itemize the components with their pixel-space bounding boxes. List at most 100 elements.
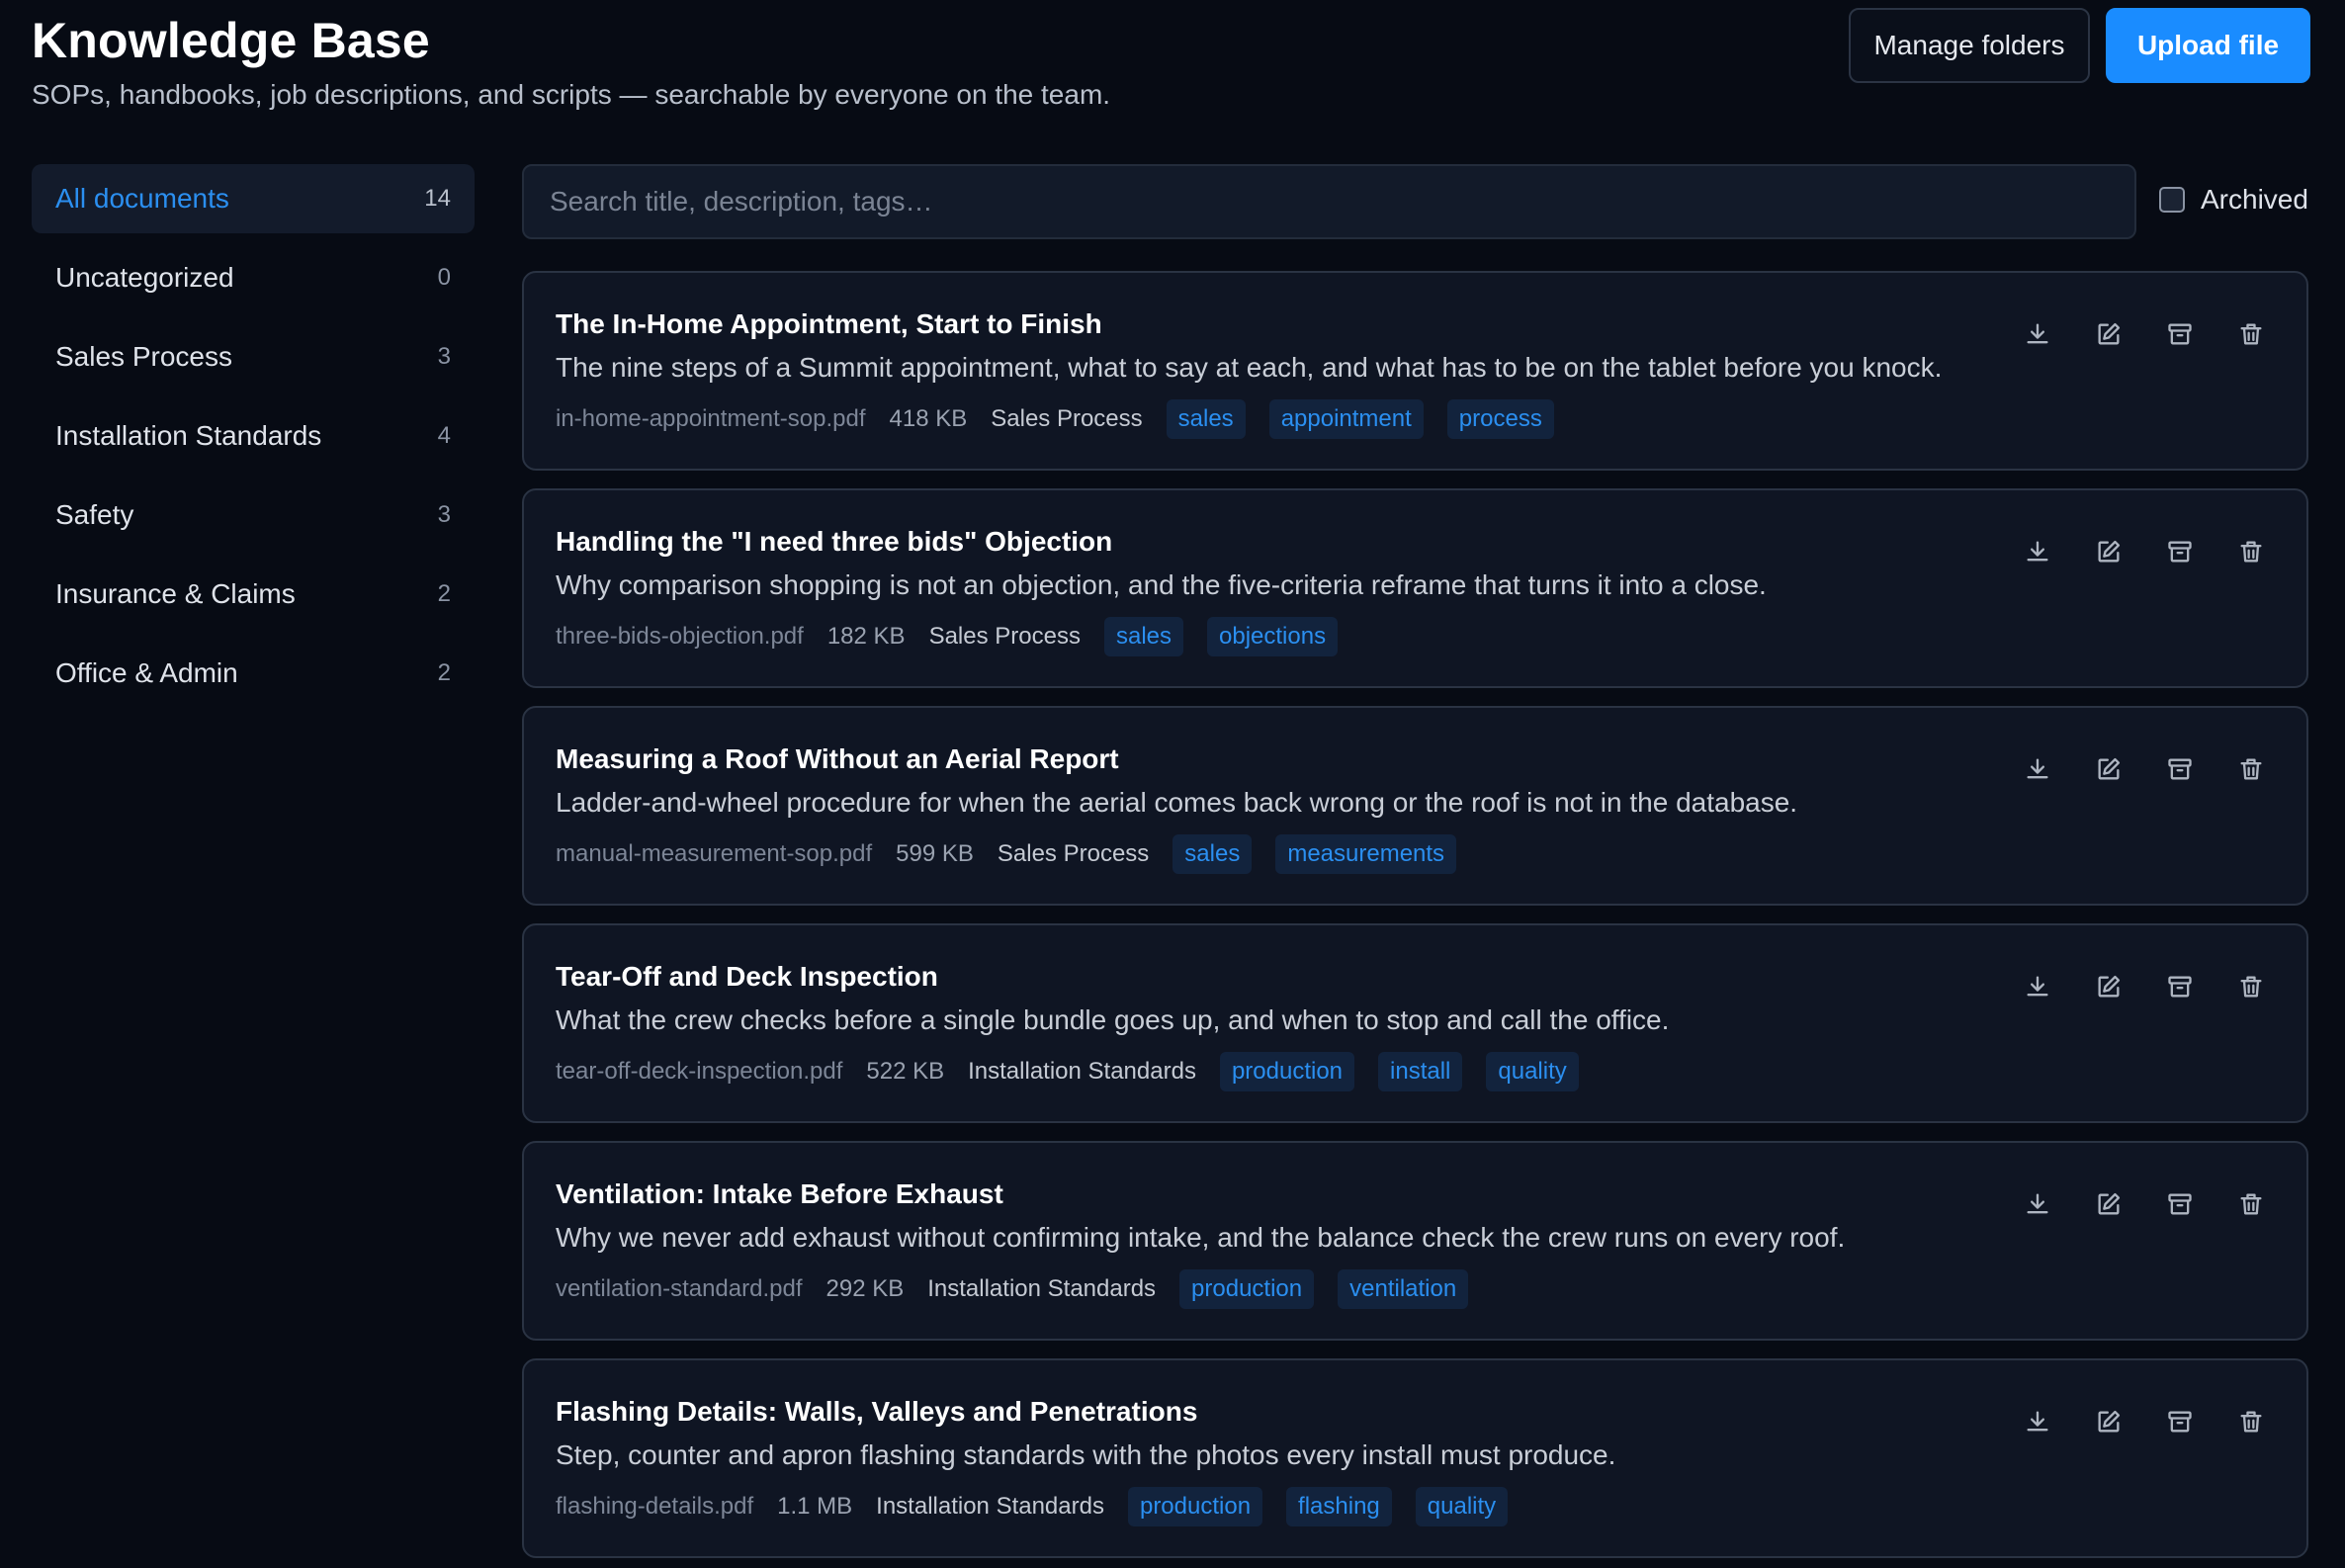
download-icon[interactable] (2022, 753, 2053, 785)
document-folder: Sales Process (991, 405, 1143, 432)
tag-chip[interactable]: sales (1103, 617, 1183, 656)
archived-filter[interactable]: Archived (2159, 184, 2308, 216)
archive-icon[interactable] (2164, 318, 2196, 350)
document-tags: production ventilation (1179, 1269, 1492, 1309)
tag-chip[interactable]: quality (1415, 1487, 1509, 1526)
document-card[interactable]: Handling the "I need three bids" Objecti… (522, 488, 2308, 688)
document-description: Why we never add exhaust without confirm… (556, 1222, 1846, 1253)
manage-folders-button[interactable]: Manage folders (1849, 8, 2090, 83)
document-card[interactable]: Ventilation: Intake Before Exhaust Why w… (522, 1141, 2308, 1341)
download-icon[interactable] (2022, 536, 2053, 567)
tag-chip[interactable]: sales (1172, 834, 1253, 874)
folder-count: 3 (437, 501, 451, 528)
document-description: Ladder-and-wheel procedure for when the … (556, 787, 1798, 818)
document-folder: Sales Process (928, 623, 1081, 650)
trash-icon[interactable] (2235, 318, 2267, 350)
document-tags: sales measurements (1172, 834, 1480, 874)
document-card[interactable]: The In-Home Appointment, Start to Finish… (522, 271, 2308, 471)
sidebar-folder-insurance-claims[interactable]: Insurance & Claims 2 (32, 560, 475, 629)
folder-count: 2 (437, 580, 451, 607)
document-filename: in-home-appointment-sop.pdf (556, 405, 866, 432)
tag-chip[interactable]: production (1179, 1269, 1315, 1309)
trash-icon[interactable] (2235, 1188, 2267, 1220)
archive-icon[interactable] (2164, 1406, 2196, 1437)
archive-icon[interactable] (2164, 1188, 2196, 1220)
tag-chip[interactable]: production (1127, 1487, 1263, 1526)
document-actions (2022, 318, 2267, 350)
download-icon[interactable] (2022, 971, 2053, 1002)
tag-chip[interactable]: appointment (1268, 399, 1424, 439)
archive-icon[interactable] (2164, 971, 2196, 1002)
folder-count: 3 (437, 343, 451, 370)
folder-label: Uncategorized (55, 262, 234, 293)
trash-icon[interactable] (2235, 1406, 2267, 1437)
sidebar-folder-office-admin[interactable]: Office & Admin 2 (32, 639, 475, 708)
folder-label: All documents (55, 183, 229, 214)
sidebar-folder-sales-process[interactable]: Sales Process 3 (32, 322, 475, 392)
document-filename: ventilation-standard.pdf (556, 1275, 803, 1302)
folder-label: Office & Admin (55, 657, 238, 688)
folder-label: Sales Process (55, 341, 232, 372)
tag-chip[interactable]: production (1219, 1052, 1355, 1091)
tag-chip[interactable]: objections (1207, 617, 1339, 656)
document-card[interactable]: Tear-Off and Deck Inspection What the cr… (522, 923, 2308, 1123)
document-card[interactable]: Flashing Details: Walls, Valleys and Pen… (522, 1358, 2308, 1558)
knowledge-base-page: Knowledge Base SOPs, handbooks, job desc… (0, 0, 2345, 1568)
download-icon[interactable] (2022, 318, 2053, 350)
document-description: What the crew checks before a single bun… (556, 1004, 1670, 1035)
document-meta: in-home-appointment-sop.pdf 418 KB Sales… (556, 399, 1578, 439)
sidebar-folder-uncategorized[interactable]: Uncategorized 0 (32, 243, 475, 312)
document-tags: production install quality (1219, 1052, 1603, 1091)
document-folder: Installation Standards (968, 1058, 1196, 1085)
document-size: 599 KB (896, 840, 974, 867)
archived-label: Archived (2201, 184, 2308, 215)
archived-checkbox[interactable] (2159, 187, 2185, 213)
edit-icon[interactable] (2093, 971, 2125, 1002)
document-title: Flashing Details: Walls, Valleys and Pen… (556, 1396, 1198, 1427)
document-tags: production flashing quality (1127, 1487, 1531, 1526)
document-description: Step, counter and apron flashing standar… (556, 1439, 1616, 1470)
document-card[interactable]: Measuring a Roof Without an Aerial Repor… (522, 706, 2308, 906)
document-actions (2022, 536, 2267, 567)
archive-icon[interactable] (2164, 536, 2196, 567)
trash-icon[interactable] (2235, 753, 2267, 785)
document-meta: three-bids-objection.pdf 182 KB Sales Pr… (556, 617, 1361, 656)
edit-icon[interactable] (2093, 536, 2125, 567)
download-icon[interactable] (2022, 1188, 2053, 1220)
folder-count: 14 (424, 185, 451, 212)
document-meta: manual-measurement-sop.pdf 599 KB Sales … (556, 834, 1480, 874)
edit-icon[interactable] (2093, 1188, 2125, 1220)
document-size: 522 KB (866, 1058, 945, 1085)
folder-sidebar: All documents 14 Uncategorized 0 Sales P… (32, 164, 475, 718)
document-size: 182 KB (826, 623, 906, 650)
document-actions (2022, 1188, 2267, 1220)
edit-icon[interactable] (2093, 1406, 2125, 1437)
document-size: 292 KB (825, 1275, 905, 1302)
sidebar-folder-all-documents[interactable]: All documents 14 (32, 164, 475, 233)
tag-chip[interactable]: quality (1486, 1052, 1579, 1091)
search-input[interactable] (522, 164, 2136, 239)
header-actions: Manage folders Upload file (1849, 8, 2310, 83)
tag-chip[interactable]: ventilation (1338, 1269, 1469, 1309)
download-icon[interactable] (2022, 1406, 2053, 1437)
document-folder: Installation Standards (876, 1493, 1104, 1520)
trash-icon[interactable] (2235, 536, 2267, 567)
edit-icon[interactable] (2093, 318, 2125, 350)
document-filename: tear-off-deck-inspection.pdf (556, 1058, 843, 1085)
document-description: The nine steps of a Summit appointment, … (556, 352, 1943, 383)
page-title: Knowledge Base (32, 13, 430, 68)
tag-chip[interactable]: process (1446, 399, 1554, 439)
archive-icon[interactable] (2164, 753, 2196, 785)
sidebar-folder-safety[interactable]: Safety 3 (32, 480, 475, 550)
tag-chip[interactable]: sales (1166, 399, 1246, 439)
upload-file-button[interactable]: Upload file (2106, 8, 2310, 83)
folder-label: Insurance & Claims (55, 578, 296, 609)
tag-chip[interactable]: install (1378, 1052, 1463, 1091)
tag-chip[interactable]: measurements (1275, 834, 1457, 874)
trash-icon[interactable] (2235, 971, 2267, 1002)
sidebar-folder-installation-standards[interactable]: Installation Standards 4 (32, 401, 475, 471)
document-meta: flashing-details.pdf 1.1 MB Installation… (556, 1487, 1531, 1526)
edit-icon[interactable] (2093, 753, 2125, 785)
document-actions (2022, 1406, 2267, 1437)
tag-chip[interactable]: flashing (1286, 1487, 1392, 1526)
